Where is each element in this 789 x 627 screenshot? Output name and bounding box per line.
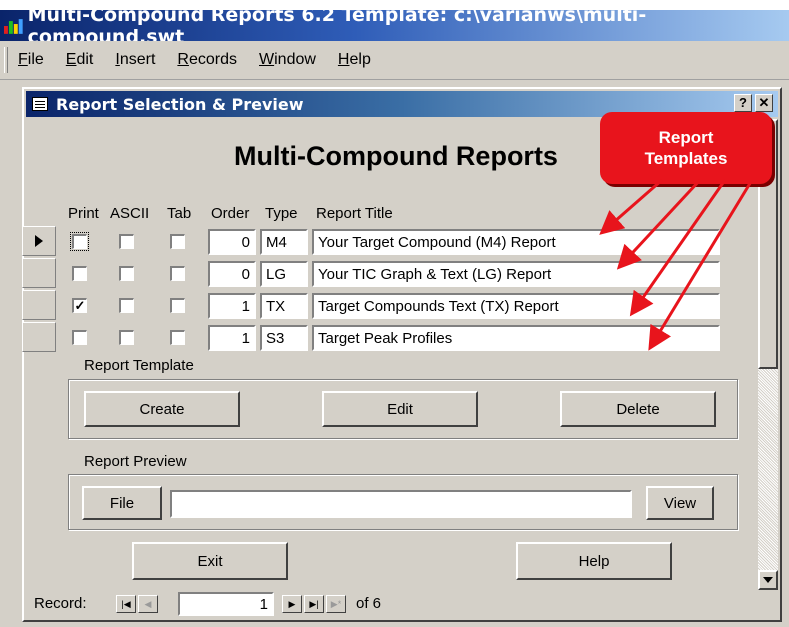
callout-arrow-row-1	[599, 178, 663, 235]
callout-arrow-row-2	[616, 178, 702, 270]
callout-arrows	[599, 178, 754, 351]
